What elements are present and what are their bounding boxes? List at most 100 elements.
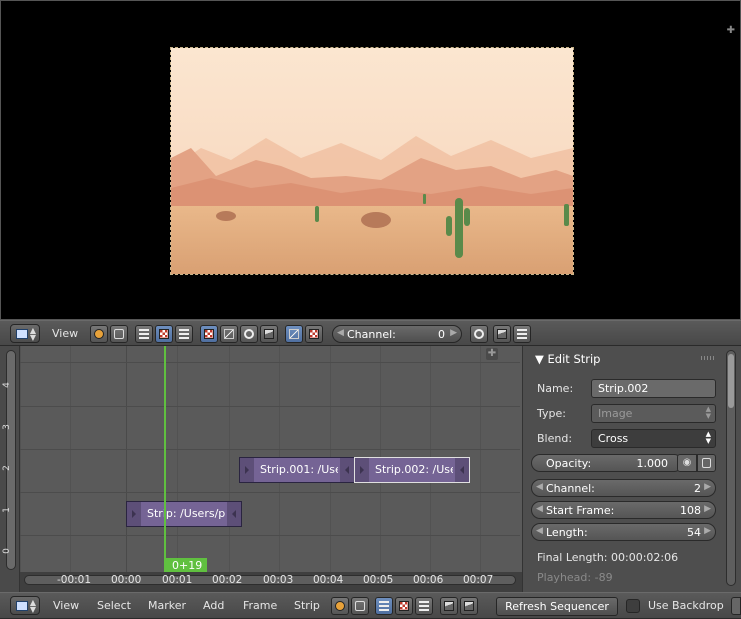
opacity-field[interactable]: Opacity: 1.000 xyxy=(531,454,683,472)
time-ruler[interactable]: -00:01 00:00 00:01 00:02 00:03 00:04 00:… xyxy=(20,572,522,592)
editor-type-selector[interactable]: ▲ ▼ xyxy=(10,596,40,615)
overflow-button[interactable] xyxy=(731,597,741,615)
ghost-button[interactable] xyxy=(470,325,488,343)
channel-value: 0 xyxy=(438,328,445,341)
transparent-button[interactable] xyxy=(305,325,323,343)
increment-icon[interactable]: ▶ xyxy=(704,482,711,492)
paste-icon xyxy=(464,601,474,611)
strip-left-handle[interactable] xyxy=(355,458,369,482)
sequencer-timeline[interactable]: 4 3 2 1 0 ✚ Strip: /Users/pa Strip.001: … xyxy=(0,346,522,592)
copy-button[interactable] xyxy=(440,597,458,615)
view-type-sequencer-button[interactable] xyxy=(135,325,153,343)
sequencer-icon xyxy=(379,601,389,611)
strip[interactable]: Strip: /Users/pa xyxy=(126,501,242,527)
sequencer-preview-icon xyxy=(419,601,429,611)
decrement-icon[interactable]: ◀ xyxy=(536,504,543,514)
strip-selected[interactable]: Strip.002: /Use xyxy=(354,457,470,483)
strip-left-handle[interactable] xyxy=(240,458,254,482)
sequencer-preview-icon xyxy=(179,329,189,339)
menu-select[interactable]: Select xyxy=(97,599,131,612)
display-histogram-button[interactable] xyxy=(260,325,278,343)
strip-right-handle[interactable] xyxy=(455,458,469,482)
use-backdrop-checkbox[interactable] xyxy=(626,599,640,613)
view-type-sequencer-button[interactable] xyxy=(375,597,393,615)
strip-name-field[interactable]: Strip.002 xyxy=(591,379,716,398)
strip-right-handle[interactable] xyxy=(227,502,241,526)
lock-button[interactable] xyxy=(110,325,128,343)
grid-line xyxy=(177,346,178,572)
render-still-button[interactable] xyxy=(493,325,511,343)
updown-icon: ▲ ▼ xyxy=(705,430,711,445)
increment-icon[interactable]: ▶ xyxy=(450,328,457,338)
decrement-icon[interactable]: ◀ xyxy=(536,526,543,536)
preview-frame-image xyxy=(170,47,574,275)
scrollbar-thumb[interactable] xyxy=(728,354,734,408)
channel-field[interactable]: ◀ Channel: 2 ▶ xyxy=(531,479,716,497)
display-image-button[interactable] xyxy=(200,325,218,343)
time-tick: 00:06 xyxy=(413,574,444,586)
menu-view[interactable]: View xyxy=(52,327,78,340)
view-type-preview-button[interactable] xyxy=(395,597,413,615)
display-waveform-button[interactable] xyxy=(220,325,238,343)
menu-add[interactable]: Add xyxy=(203,599,224,612)
grid-line xyxy=(20,346,21,572)
panel-drag-grip[interactable] xyxy=(701,356,715,360)
strip-right-handle[interactable] xyxy=(340,458,354,482)
playhead-text: Playhead: -89 xyxy=(537,571,613,584)
type-value: Image xyxy=(598,407,633,420)
playhead[interactable] xyxy=(164,346,166,576)
collapse-triangle-icon: ▼ xyxy=(535,352,544,366)
edit-strip-panel-header[interactable]: ▼ Edit Strip xyxy=(535,352,600,366)
channel-row-line xyxy=(20,406,520,407)
paste-button[interactable] xyxy=(460,597,478,615)
camera-icon xyxy=(497,329,507,339)
length-field[interactable]: ◀ Length: 54 ▶ xyxy=(531,523,716,541)
channel-label: Channel: xyxy=(546,482,595,495)
properties-panel: ▼ Edit Strip Name: Strip.002 Type: Image… xyxy=(522,346,741,592)
display-vectorscope-button[interactable] xyxy=(240,325,258,343)
area-split-icon[interactable]: ✚ xyxy=(727,25,735,36)
editor-type-selector[interactable]: ▲ ▼ xyxy=(10,324,40,343)
properties-scrollbar[interactable] xyxy=(726,350,736,586)
view-type-both-button[interactable] xyxy=(175,325,193,343)
strip-left-handle[interactable] xyxy=(127,502,141,526)
strip[interactable]: Strip.001: /Use xyxy=(239,457,355,483)
channel-number: 1 xyxy=(1,507,12,513)
blend-select[interactable]: Cross ▲ ▼ xyxy=(591,429,716,448)
color-wheel-icon xyxy=(335,601,345,611)
refresh-sequencer-button[interactable]: Refresh Sequencer xyxy=(496,597,618,616)
increment-icon[interactable]: ▶ xyxy=(704,504,711,514)
lock-button[interactable] xyxy=(351,597,369,615)
view-type-both-button[interactable] xyxy=(415,597,433,615)
scope-button[interactable] xyxy=(331,597,349,615)
channel-row-line xyxy=(20,535,520,536)
opacity-value: 1.000 xyxy=(636,457,669,470)
scope-button[interactable] xyxy=(90,325,108,343)
strip-label: Strip.001: /Use xyxy=(260,463,338,476)
menu-strip[interactable]: Strip xyxy=(294,599,320,612)
decrement-icon[interactable]: ◀ xyxy=(536,482,543,492)
increment-icon[interactable]: ▶ xyxy=(704,526,711,536)
lock-toggle[interactable] xyxy=(697,454,716,472)
time-tick: 00:07 xyxy=(463,574,494,586)
mute-toggle[interactable]: ◉ xyxy=(677,454,697,472)
panel-title: Edit Strip xyxy=(547,352,601,366)
blend-label: Blend: xyxy=(537,432,573,445)
checker-icon xyxy=(159,329,169,339)
color-wheel-icon xyxy=(94,329,104,339)
menu-marker[interactable]: Marker xyxy=(148,599,186,612)
sequencer-preview[interactable]: ✚ xyxy=(0,0,741,320)
overlay-button[interactable] xyxy=(285,325,303,343)
render-animation-button[interactable] xyxy=(513,325,531,343)
menu-frame[interactable]: Frame xyxy=(243,599,277,612)
time-tick: 00:01 xyxy=(162,574,193,586)
lock-icon xyxy=(702,458,711,468)
start-frame-field[interactable]: ◀ Start Frame: 108 ▶ xyxy=(531,501,716,519)
decrement-icon[interactable]: ◀ xyxy=(337,328,344,338)
view-type-preview-button[interactable] xyxy=(155,325,173,343)
channel-number: 4 xyxy=(1,382,12,388)
preview-channel-field[interactable]: ◀ Channel: 0 ▶ xyxy=(332,325,462,343)
blend-value: Cross xyxy=(598,432,629,445)
menu-view[interactable]: View xyxy=(53,599,79,612)
area-split-icon[interactable]: ✚ xyxy=(486,348,498,360)
